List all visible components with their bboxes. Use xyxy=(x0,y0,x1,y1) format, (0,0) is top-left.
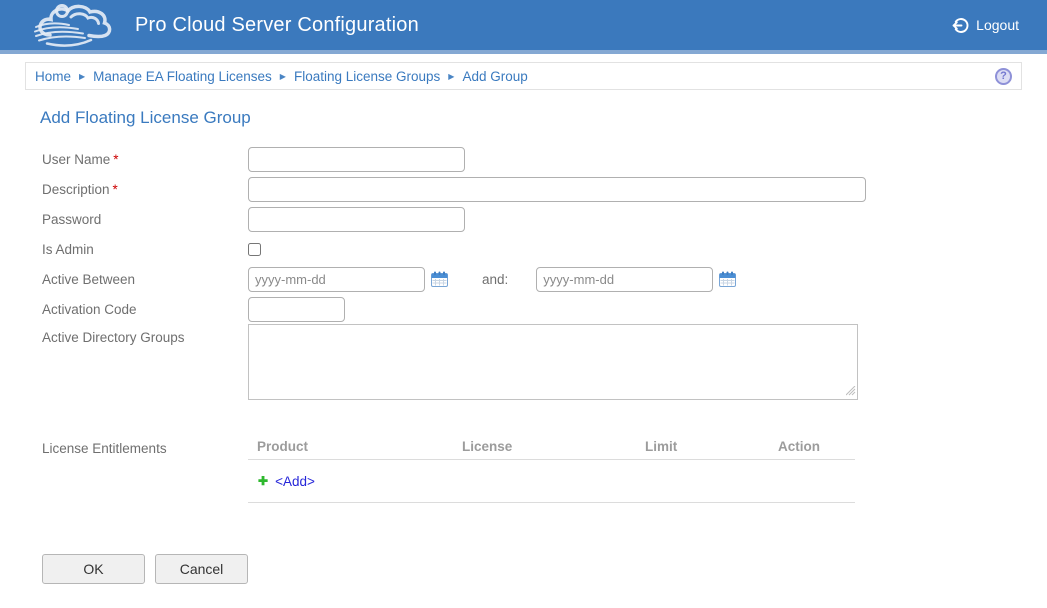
breadcrumb-manage-ea-floating-licenses[interactable]: Manage EA Floating Licenses xyxy=(93,69,272,84)
add-entitlement-link[interactable]: <Add> xyxy=(275,474,315,489)
app-header: Pro Cloud Server Configuration Logout xyxy=(0,0,1047,50)
column-header-product: Product xyxy=(248,439,453,454)
is-admin-checkbox[interactable] xyxy=(248,243,261,256)
form-row-password: Password xyxy=(42,204,1047,234)
form-row-user-name: User Name* xyxy=(42,144,1047,174)
password-input[interactable] xyxy=(248,207,465,232)
add-group-form: User Name* Description* Password Is Admi… xyxy=(42,144,1047,503)
form-row-active-directory-groups: Active Directory Groups xyxy=(42,324,1047,400)
active-between-start-input[interactable] xyxy=(248,267,425,292)
description-input[interactable] xyxy=(248,177,866,202)
form-row-description: Description* xyxy=(42,174,1047,204)
password-label: Password xyxy=(42,212,248,227)
user-name-label-text: User Name xyxy=(42,152,110,167)
license-entitlements-section: License Entitlements Product License Lim… xyxy=(42,433,1047,503)
activation-code-input[interactable] xyxy=(248,297,345,322)
plus-icon: ✚ xyxy=(258,475,268,487)
app-title: Pro Cloud Server Configuration xyxy=(135,14,419,37)
license-entitlements-label: License Entitlements xyxy=(42,433,248,456)
add-entitlement-row: ✚ <Add> xyxy=(248,460,855,503)
breadcrumb: Home ▶ Manage EA Floating Licenses ▶ Flo… xyxy=(25,62,1022,90)
breadcrumb-home[interactable]: Home xyxy=(35,69,71,84)
ok-button[interactable]: OK xyxy=(42,554,145,584)
cloud-logo-icon xyxy=(33,2,115,48)
help-icon[interactable]: ? xyxy=(995,68,1012,85)
breadcrumb-add-group[interactable]: Add Group xyxy=(462,69,527,84)
active-between-end-input[interactable] xyxy=(536,267,713,292)
logout-label: Logout xyxy=(976,17,1019,33)
active-directory-groups-textarea[interactable] xyxy=(248,324,858,400)
description-label: Description* xyxy=(42,182,248,197)
active-directory-groups-label: Active Directory Groups xyxy=(42,324,248,345)
breadcrumb-floating-license-groups[interactable]: Floating License Groups xyxy=(294,69,440,84)
user-name-input[interactable] xyxy=(248,147,465,172)
and-label: and: xyxy=(482,272,508,287)
calendar-icon[interactable] xyxy=(431,271,448,287)
table-header-row: Product License Limit Action xyxy=(248,433,855,460)
cancel-button[interactable]: Cancel xyxy=(155,554,248,584)
form-row-active-between: Active Between and: xyxy=(42,264,1047,294)
logout-icon xyxy=(952,17,969,34)
required-asterisk: * xyxy=(113,152,118,167)
active-directory-groups-wrapper xyxy=(248,324,858,400)
column-header-action: Action xyxy=(769,439,855,454)
breadcrumb-separator-icon: ▶ xyxy=(280,72,286,81)
active-between-label: Active Between xyxy=(42,272,248,287)
column-header-license: License xyxy=(453,439,636,454)
form-actions: OK Cancel xyxy=(42,554,1047,584)
is-admin-label: Is Admin xyxy=(42,242,248,257)
calendar-icon[interactable] xyxy=(719,271,736,287)
user-name-label: User Name* xyxy=(42,152,248,167)
description-label-text: Description xyxy=(42,182,110,197)
page-title: Add Floating License Group xyxy=(40,108,1047,128)
breadcrumb-separator-icon: ▶ xyxy=(79,72,85,81)
form-row-activation-code: Activation Code xyxy=(42,294,1047,324)
required-asterisk: * xyxy=(113,182,118,197)
column-header-limit: Limit xyxy=(636,439,769,454)
license-entitlements-table: Product License Limit Action ✚ <Add> xyxy=(248,433,855,503)
activation-code-label: Activation Code xyxy=(42,302,248,317)
header-accent-strip xyxy=(0,50,1047,54)
form-row-is-admin: Is Admin xyxy=(42,234,1047,264)
breadcrumb-separator-icon: ▶ xyxy=(448,72,454,81)
logout-button[interactable]: Logout xyxy=(952,17,1019,34)
